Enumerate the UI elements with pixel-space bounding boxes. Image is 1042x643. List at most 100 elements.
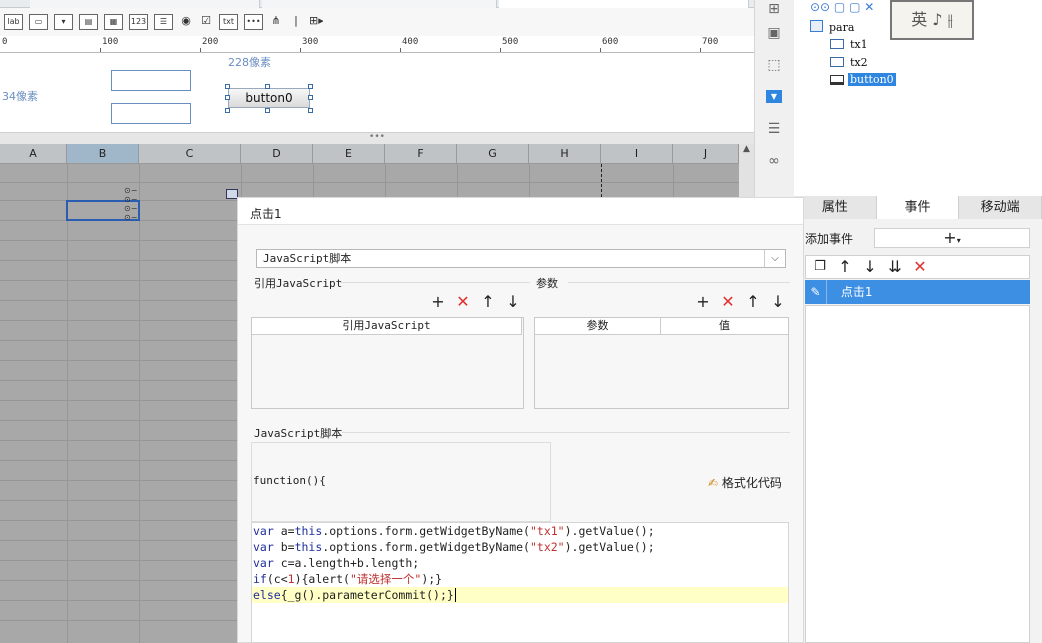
move-up-icon[interactable]: ↑ [837,259,853,275]
grid-line [0,340,237,341]
copy-icon[interactable]: ❐ [812,259,828,275]
ref-js-label: 引用JavaScript [254,277,343,290]
move-up-icon[interactable]: ↑ [480,294,496,310]
text-cursor [454,588,456,602]
column-header[interactable]: A [0,144,67,164]
label-icon[interactable]: lab [4,14,23,30]
move-down-icon[interactable]: ↓ [862,259,878,275]
move-up-icon[interactable]: ↑ [745,294,761,310]
widget-toolbar: lab ▭ ▾ ▤ ▦ 123 ☰ ◉ ☑ txt ••• ⋔ | ⊞▸ [0,8,754,36]
divider [342,432,790,433]
divider [568,282,790,283]
number-icon[interactable]: 123 [129,14,148,30]
grid-line [0,440,237,441]
grid-line [0,480,237,481]
scroll-up-icon[interactable]: ▲ [739,144,754,154]
grid-line [0,280,237,281]
grid-line [67,164,68,643]
column-header[interactable]: F [385,144,457,164]
add-icon[interactable]: + [430,294,446,310]
column-header[interactable]: I [601,144,673,164]
code-line-current: else{_g().parameterCommit();} [252,587,788,603]
resize-handle[interactable] [225,84,230,89]
event-list-item-selected[interactable]: ✎ 点击1 [805,280,1030,304]
tab-events[interactable]: 事件 [876,196,960,219]
delete-icon[interactable]: ✕ [720,294,736,310]
column-header[interactable]: C [139,144,241,164]
more-icon[interactable]: ⊞▸ [309,14,323,30]
grid-line [0,400,237,401]
column-header[interactable]: G [457,144,529,164]
tree-item-tx1[interactable]: tx1 [850,38,868,51]
tree-root-para[interactable]: para [829,21,854,34]
checkbox-icon[interactable]: ☑ [199,14,213,30]
grid-line [0,580,237,581]
grid-line [0,420,237,421]
resize-handle[interactable] [308,95,313,100]
grid-line [0,360,237,361]
radio-widget-icon: ⊙− ⊙− ⊙− ⊙− [124,186,138,222]
resize-handle[interactable] [308,108,313,113]
column-header[interactable]: B [67,144,139,164]
move-down-icon[interactable]: ↓ [505,294,521,310]
condition-icon[interactable]: ☰ [764,120,784,138]
resize-handle[interactable] [225,108,230,113]
text-icon[interactable]: txt [219,14,238,30]
resize-handle[interactable] [265,84,270,89]
delete-icon[interactable]: ✕ [455,294,471,310]
code-editor[interactable]: var a=this.options.form.getWidgetByName(… [251,522,789,643]
button0-widget[interactable]: button0 [228,88,310,108]
grid-line [0,560,237,561]
format-code-button[interactable]: ✍ 格式化代码 [708,474,782,491]
textbox-icon[interactable]: ▭ [29,14,48,30]
chevron-down-icon: ▾ [956,236,961,245]
ruler-tick-label: 500 [502,37,519,47]
move-bottom-icon[interactable]: ⇊ [887,259,903,275]
document-tab-active[interactable] [499,0,749,8]
function-header: function(){ [253,474,326,487]
add-icon[interactable]: + [695,294,711,310]
column-header[interactable]: E [313,144,385,164]
splitter-handle[interactable]: ••• [0,133,754,144]
table-icon[interactable]: ⊞ [764,0,784,18]
textbox-icon [830,39,844,49]
document-tab[interactable] [30,0,260,8]
horizontal-ruler: 0 100 200 300 400 500 600 700 [0,36,754,53]
combobox-icon[interactable]: ▾ [54,14,73,30]
tx1-textbox[interactable] [111,70,191,91]
add-event-button[interactable]: +▾ [874,228,1030,248]
calendar-icon[interactable]: ▦ [104,14,123,30]
delete-icon[interactable]: ✕ [912,259,928,275]
logo-stamp-text: 英 [911,10,928,29]
tx2-textbox[interactable] [111,103,191,124]
tree-toolbar-icons[interactable]: ⊙⊙ ▢ ▢ ✕ [810,0,874,14]
edit-icon[interactable]: ✎ [805,280,827,304]
tree-item-button0[interactable]: button0 [848,73,896,86]
widget-settings-icon[interactable]: ▼ [766,90,782,103]
radio-icon[interactable]: ◉ [179,14,193,30]
tree-icon[interactable]: ⋔ [269,14,283,30]
move-down-icon[interactable]: ↓ [770,294,786,310]
chevron-down-icon[interactable]: ⌵ [764,250,785,267]
resize-handle[interactable] [308,84,313,89]
list-icon[interactable]: ☰ [154,14,173,30]
column-header[interactable]: J [673,144,739,164]
event-type-select[interactable]: JavaScript脚本 [256,249,786,268]
tab-properties[interactable]: 属性 [794,196,877,219]
ruler-tick-label: 0 [2,37,8,47]
document-tab[interactable] [262,0,497,8]
date-icon[interactable]: ▤ [79,14,98,30]
code-line: var a=this.options.form.getWidgetByName(… [253,524,655,538]
password-icon[interactable]: ••• [244,14,263,30]
events-toolbar: ❐ ↑ ↓ ⇊ ✕ [805,255,1030,279]
hyperlink-icon[interactable]: ∞ [764,152,784,170]
cell-attr-icon[interactable]: ▣ [764,24,784,42]
tab-mobile[interactable]: 移动端 [959,196,1042,219]
resize-handle[interactable] [265,108,270,113]
column-header[interactable]: H [529,144,601,164]
ruler-tick-label: 100 [102,37,119,47]
resize-handle[interactable] [225,95,230,100]
column-header[interactable]: D [241,144,313,164]
border-icon[interactable]: ⬚ [764,56,784,74]
tree-item-tx2[interactable]: tx2 [850,56,868,69]
